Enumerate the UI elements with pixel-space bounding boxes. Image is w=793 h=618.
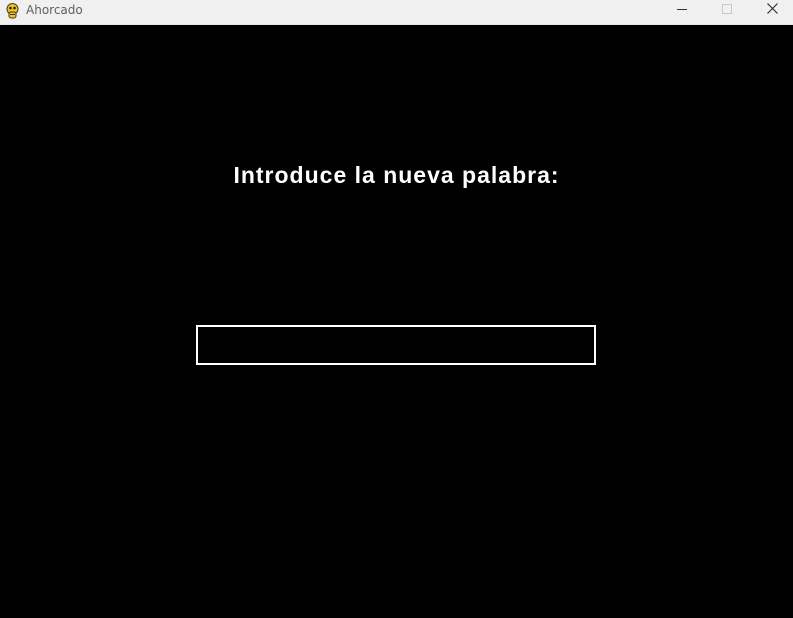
- new-word-input[interactable]: [196, 325, 596, 365]
- window-title: Ahorcado: [26, 3, 83, 17]
- minimize-icon: [677, 9, 687, 10]
- maximize-icon: [722, 4, 732, 14]
- close-icon: [767, 3, 778, 14]
- pygame-snake-icon: [4, 2, 21, 19]
- new-word-prompt: Introduce la nueva palabra:: [233, 162, 560, 188]
- game-canvas: Introduce la nueva palabra:: [0, 25, 793, 618]
- close-button[interactable]: [750, 0, 793, 24]
- minimize-button[interactable]: [660, 0, 705, 24]
- title-bar[interactable]: Ahorcado: [0, 0, 793, 25]
- app-window: Ahorcado Introduce la nueva palabra:: [0, 0, 793, 618]
- maximize-button[interactable]: [705, 0, 750, 24]
